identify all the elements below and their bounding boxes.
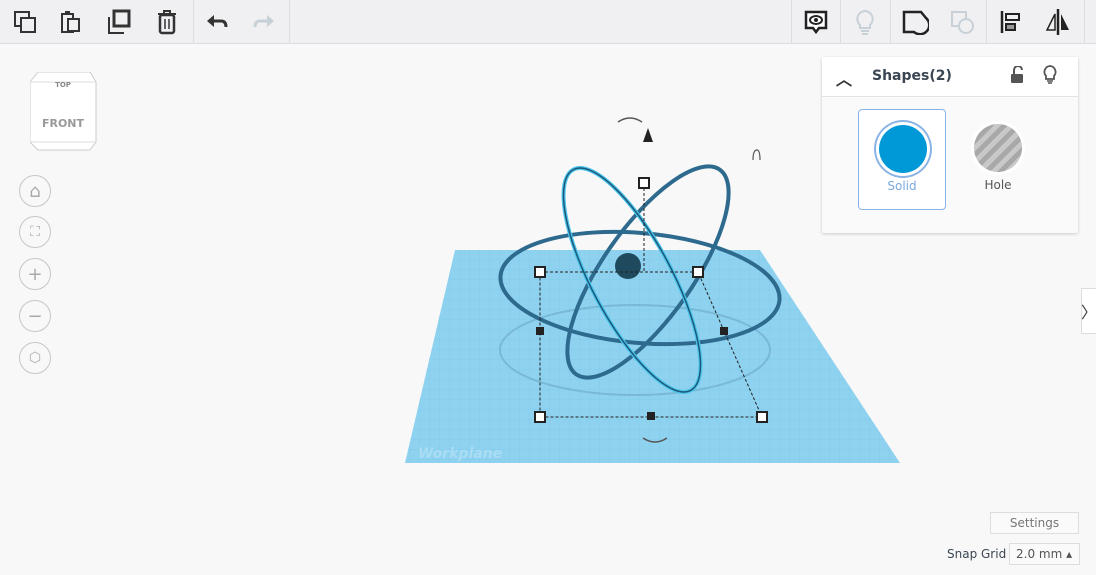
- settings-button[interactable]: Settings: [990, 512, 1079, 534]
- hole-swatch: [974, 124, 1022, 172]
- solid-option[interactable]: Solid: [858, 109, 946, 210]
- expand-panel-button[interactable]: 〉: [1081, 288, 1096, 334]
- chevron-right-icon: 〉: [1081, 303, 1096, 322]
- rotate-handle-side-icon[interactable]: [752, 149, 761, 161]
- snap-grid-select[interactable]: 2.0 mm ▴: [1009, 543, 1080, 565]
- collapse-chevron-icon[interactable]: ︿: [836, 66, 852, 90]
- solid-swatch: [879, 125, 927, 173]
- workplane[interactable]: Workplane: [405, 250, 900, 463]
- solid-label: Solid: [887, 179, 917, 193]
- visibility-bulb-icon[interactable]: [1042, 65, 1058, 85]
- hole-option[interactable]: Hole: [954, 109, 1042, 210]
- workplane-label: Workplane: [418, 446, 502, 462]
- lift-handle-icon[interactable]: [643, 128, 653, 142]
- rotate-handle-icon[interactable]: [617, 117, 643, 123]
- hole-label: Hole: [984, 178, 1012, 192]
- unlock-icon[interactable]: [1010, 66, 1024, 84]
- shape-inspector-panel: ︿ Shapes(2) Solid Hole: [822, 57, 1078, 233]
- snap-grid-label: Snap Grid: [947, 547, 1007, 561]
- panel-title: Shapes(2): [872, 68, 952, 84]
